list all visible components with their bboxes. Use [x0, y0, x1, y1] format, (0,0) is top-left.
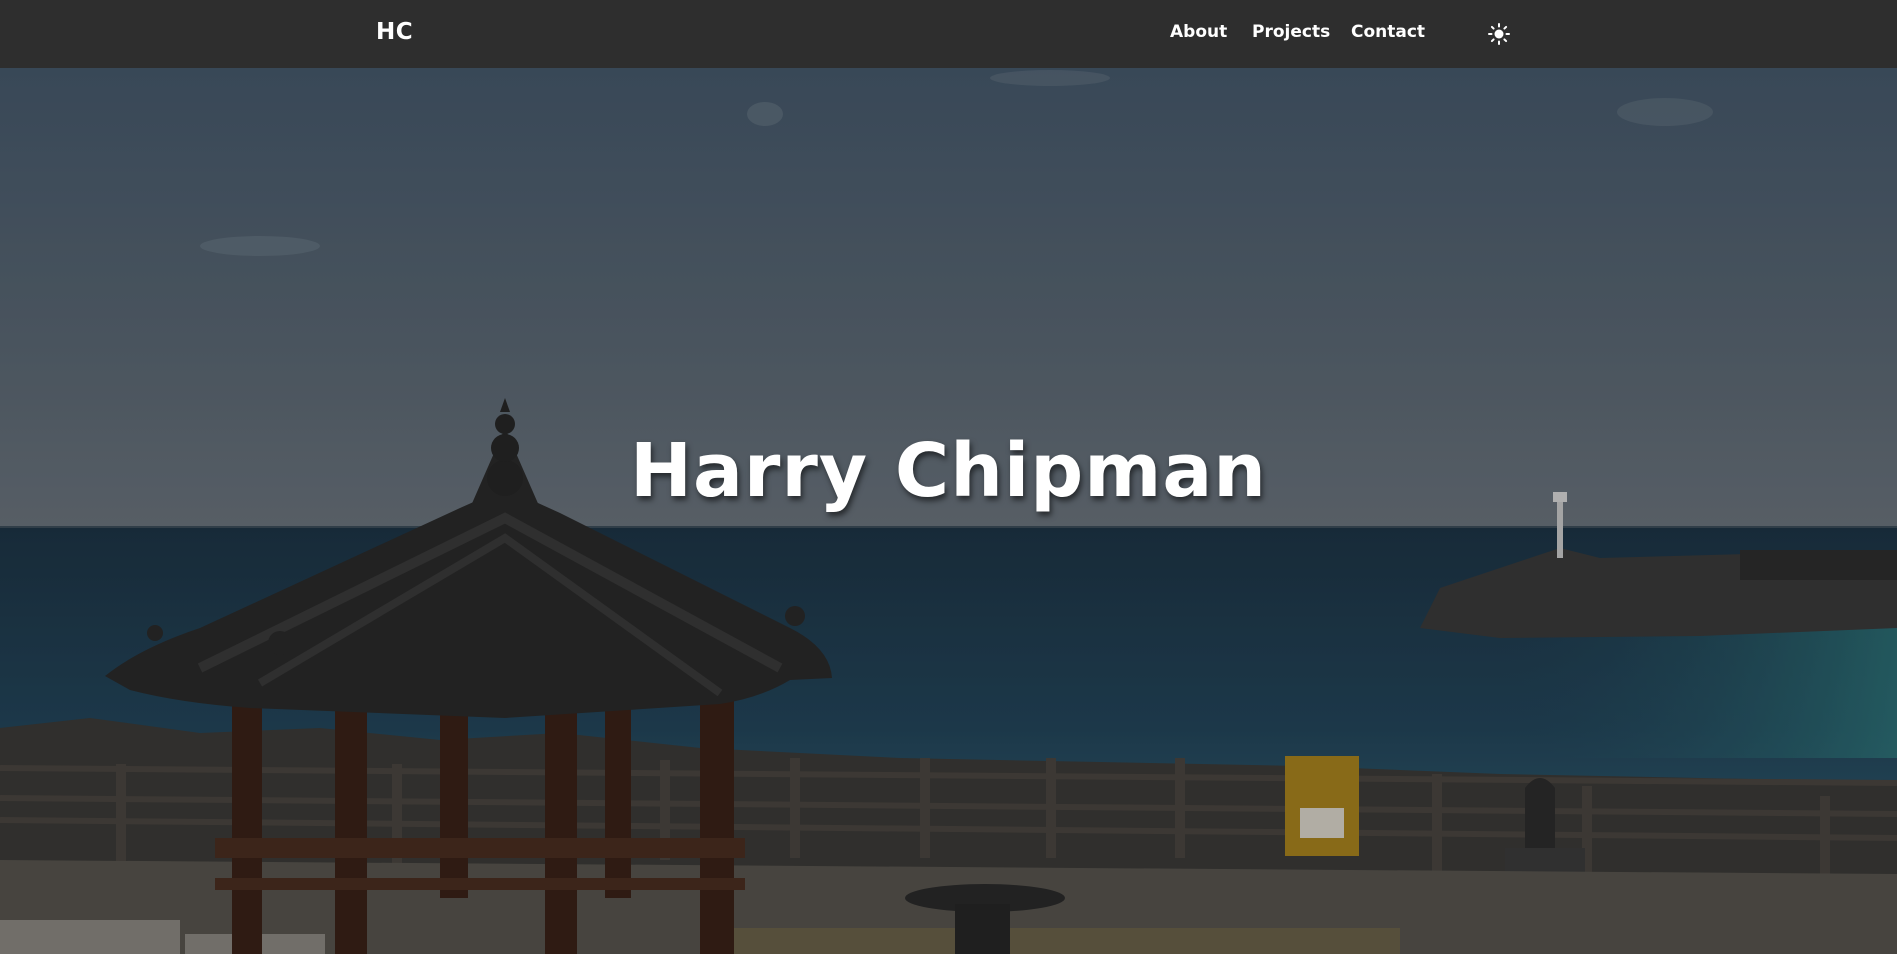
nav-link-about[interactable]: About	[1170, 22, 1227, 42]
hero-title: Harry Chipman	[630, 428, 1267, 514]
navbar: HC About Projects Contact	[0, 0, 1897, 68]
hero-section: Harry Chipman	[0, 68, 1897, 954]
nav-link-contact[interactable]: Contact	[1351, 22, 1425, 42]
theme-toggle-button[interactable]	[1487, 22, 1511, 46]
logo-link[interactable]: HC	[376, 19, 413, 45]
nav-link-projects[interactable]: Projects	[1252, 22, 1330, 42]
sun-icon	[1488, 23, 1510, 45]
